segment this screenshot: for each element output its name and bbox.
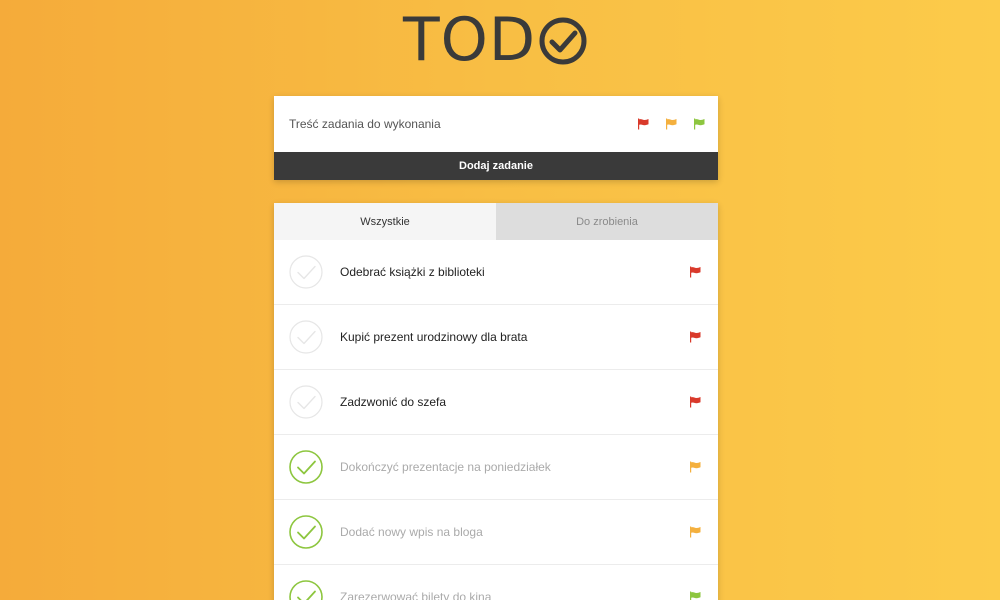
task-input[interactable] bbox=[274, 95, 611, 153]
task-item: Dokończyć prezentacje na poniedziałek bbox=[274, 435, 718, 500]
flag-icon bbox=[690, 396, 701, 408]
flag-icon bbox=[690, 591, 701, 600]
task-item: Kupić prezent urodzinowy dla brata bbox=[274, 305, 718, 370]
task-text[interactable]: Dodać nowy wpis na bloga bbox=[340, 525, 483, 539]
flag-icon bbox=[690, 331, 701, 343]
flag-icon bbox=[690, 526, 701, 538]
task-text[interactable]: Odebrać książki z biblioteki bbox=[340, 265, 485, 279]
flag-icon bbox=[690, 461, 701, 473]
task-item: Odebrać książki z biblioteki bbox=[274, 240, 718, 305]
logo-text: TOD bbox=[403, 5, 537, 75]
task-item: Zadzwonić do szefa bbox=[274, 370, 718, 435]
app-logo: TOD bbox=[403, 5, 588, 75]
task-item: Dodać nowy wpis na bloga bbox=[274, 500, 718, 565]
filter-tabs: Wszystkie Do zrobienia bbox=[274, 203, 718, 240]
check-circle-icon[interactable] bbox=[289, 385, 323, 419]
add-task-button[interactable]: Dodaj zadanie bbox=[274, 152, 718, 180]
task-text[interactable]: Zadzwonić do szefa bbox=[340, 395, 446, 409]
check-circle-icon[interactable] bbox=[289, 255, 323, 289]
new-task-form: Dodaj zadanie bbox=[274, 95, 718, 180]
flag-low-icon[interactable] bbox=[693, 118, 705, 130]
flag-medium-icon[interactable] bbox=[665, 118, 677, 130]
tab-todo[interactable]: Do zrobienia bbox=[496, 203, 718, 240]
task-list-panel: Wszystkie Do zrobienia Odebrać książki z… bbox=[274, 203, 718, 600]
new-task-row bbox=[274, 95, 718, 153]
check-circle-icon bbox=[539, 17, 587, 65]
task-text[interactable]: Kupić prezent urodzinowy dla brata bbox=[340, 330, 527, 344]
flag-high-icon[interactable] bbox=[637, 118, 649, 130]
check-circle-icon[interactable] bbox=[289, 450, 323, 484]
task-text[interactable]: Dokończyć prezentacje na poniedziałek bbox=[340, 460, 551, 474]
task-item: Zarezerwować bilety do kina bbox=[274, 565, 718, 600]
task-list: Odebrać książki z biblioteki Kupić preze… bbox=[274, 240, 718, 600]
priority-picker bbox=[637, 118, 705, 130]
check-circle-icon[interactable] bbox=[289, 580, 323, 600]
tab-all[interactable]: Wszystkie bbox=[274, 203, 496, 240]
check-circle-icon[interactable] bbox=[289, 320, 323, 354]
task-text[interactable]: Zarezerwować bilety do kina bbox=[340, 590, 491, 600]
flag-icon bbox=[690, 266, 701, 278]
check-circle-icon[interactable] bbox=[289, 515, 323, 549]
